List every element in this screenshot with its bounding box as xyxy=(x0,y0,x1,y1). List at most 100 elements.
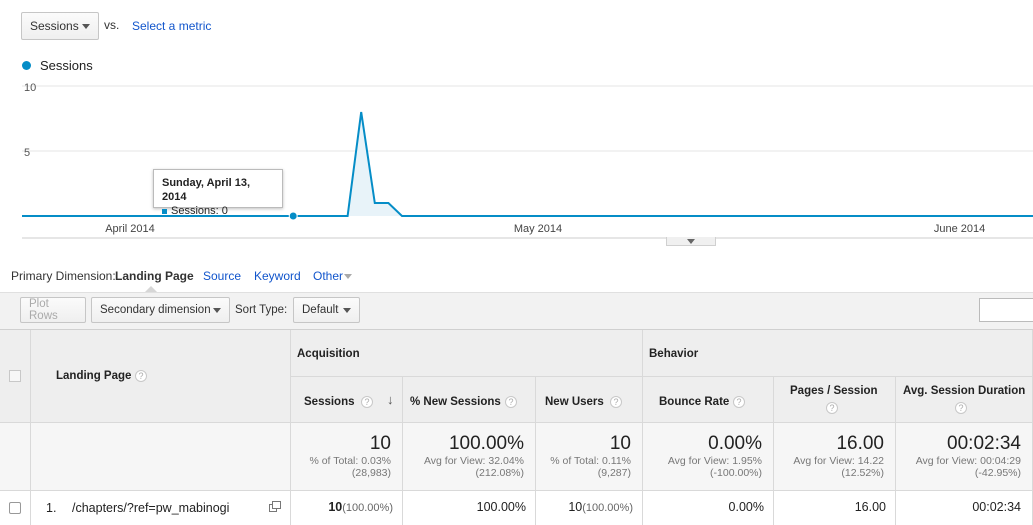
secondary-dimension-dropdown[interactable]: Secondary dimension xyxy=(91,297,230,323)
row-sessions-pct: (100.00%) xyxy=(342,502,393,514)
landing-page-cell: 1. /chapters/?ref=pw_mabinogi xyxy=(31,491,291,525)
totals-new-sessions-diff: (212.08%) xyxy=(475,467,524,479)
tooltip-value-row: Sessions: 0 xyxy=(162,204,274,218)
sessions-header-label: Sessions xyxy=(304,396,355,408)
help-icon[interactable]: ? xyxy=(505,396,517,408)
chevron-down-icon xyxy=(687,239,695,244)
help-icon[interactable]: ? xyxy=(733,396,745,408)
landing-page-header-label: Landing Page xyxy=(56,370,132,382)
totals-bounce-rate-diff: (-100.00%) xyxy=(710,467,762,479)
dimension-landing-page[interactable]: Landing Page xyxy=(115,269,194,283)
bounce-rate-header-label: Bounce Rate xyxy=(659,396,730,408)
row-index: 1. xyxy=(46,501,57,515)
totals-pages-session-avg: Avg for View: 14.22 xyxy=(793,455,884,467)
totals-checkbox-cell xyxy=(0,423,31,491)
row-checkbox[interactable] xyxy=(9,502,21,514)
row-new-sessions-cell: 100.00% xyxy=(403,491,536,525)
row-bounce-rate-value: 0.00% xyxy=(728,500,764,514)
external-link-svg xyxy=(269,501,281,512)
totals-new-sessions-avg: Avg for View: 32.04% xyxy=(423,455,524,467)
chart-collapse-handle[interactable] xyxy=(666,237,716,246)
new-sessions-header-label: % New Sessions xyxy=(410,396,501,408)
y-tick-label: 5 xyxy=(24,147,30,159)
row-avg-duration-value: 00:02:34 xyxy=(972,500,1021,514)
totals-avg-duration: 00:02:34 Avg for View: 00:04:29 (-42.95%… xyxy=(896,423,1033,491)
data-table: Landing Page ? Acquisition Behavior Sess… xyxy=(0,329,1033,525)
totals-avg-duration-avg: Avg for View: 00:04:29 xyxy=(915,455,1021,467)
help-icon[interactable]: ? xyxy=(826,402,838,414)
dimension-other[interactable]: Other xyxy=(313,269,343,283)
x-tick-label: May 2014 xyxy=(514,223,562,235)
new-users-header[interactable]: New Users ? xyxy=(536,377,643,423)
external-link-icon[interactable] xyxy=(269,501,281,512)
row-new-users-value: 10 xyxy=(568,500,583,514)
row-new-users-cell: 10(100.00%) xyxy=(536,491,643,525)
landing-page-header[interactable]: Landing Page ? xyxy=(31,330,291,423)
totals-pages-session: 16.00 Avg for View: 14.22 (12.52%) xyxy=(774,423,896,491)
totals-bounce-rate-value: 0.00% xyxy=(708,433,762,454)
bounce-rate-header[interactable]: Bounce Rate ? xyxy=(643,377,774,423)
totals-new-users-base: (9,287) xyxy=(597,467,631,479)
help-icon[interactable]: ? xyxy=(955,402,967,414)
tooltip-date: Sunday, April 13, 2014 xyxy=(162,177,251,203)
row-sessions-value: 10 xyxy=(328,500,343,514)
pages-session-header-label: Pages / Session xyxy=(790,385,878,397)
sort-type-label: Sort Type: xyxy=(235,304,288,316)
sort-type-dropdown[interactable]: Default xyxy=(293,297,360,323)
totals-avg-duration-value: 00:02:34 xyxy=(947,433,1021,454)
row-sessions-cell: 10(100.00%) xyxy=(291,491,403,525)
plot-rows-label: Plot Rows xyxy=(29,298,58,322)
totals-bounce-rate-avg: Avg for View: 1.95% xyxy=(667,455,762,467)
totals-new-users-pct: % of Total: 0.11% xyxy=(550,455,631,467)
avg-duration-header[interactable]: Avg. Session Duration ? xyxy=(896,377,1033,423)
totals-new-sessions: 100.00% Avg for View: 32.04% (212.08%) xyxy=(403,423,536,491)
behavior-group-label: Behavior xyxy=(649,348,699,360)
sessions-header[interactable]: Sessions ? ↓ xyxy=(291,377,403,423)
x-tick-label: April 2014 xyxy=(105,223,155,235)
tooltip-series-marker xyxy=(162,208,167,214)
new-sessions-header[interactable]: % New Sessions ? xyxy=(403,377,536,423)
dimension-keyword[interactable]: Keyword xyxy=(254,269,301,283)
avg-duration-header-label: Avg. Session Duration xyxy=(903,385,1026,397)
totals-pages-session-diff: (12.52%) xyxy=(841,467,884,479)
help-icon[interactable]: ? xyxy=(361,396,373,408)
landing-page-link[interactable]: /chapters/?ref=pw_mabinogi xyxy=(72,501,229,515)
row-bounce-rate-cell: 0.00% xyxy=(643,491,774,525)
totals-sessions-pct: % of Total: 0.03% xyxy=(309,455,391,467)
chevron-down-icon xyxy=(213,307,221,313)
y-tick-label: 10 xyxy=(24,82,36,94)
row-pages-session-cell: 16.00 xyxy=(774,491,896,525)
primary-dimension-label: Primary Dimension: xyxy=(11,269,116,283)
acquisition-group-header: Acquisition xyxy=(291,330,643,377)
select-all-cell xyxy=(0,330,31,423)
new-users-header-label: New Users xyxy=(545,396,604,408)
chevron-down-icon xyxy=(343,307,351,313)
secondary-dimension-label: Secondary dimension xyxy=(100,304,211,316)
totals-sessions-base: (28,983) xyxy=(351,467,391,479)
tooltip-value: Sessions: 0 xyxy=(171,205,228,217)
totals-pages-session-value: 16.00 xyxy=(836,433,884,454)
row-pages-session-value: 16.00 xyxy=(854,500,886,514)
pages-session-header[interactable]: Pages / Session ? xyxy=(774,377,896,423)
x-tick-label: June 2014 xyxy=(934,223,985,235)
totals-label-cell xyxy=(31,423,291,491)
totals-new-sessions-value: 100.00% xyxy=(448,433,524,454)
help-icon[interactable]: ? xyxy=(610,396,622,408)
highlighted-data-point[interactable] xyxy=(288,211,298,221)
totals-sessions-value: 10 xyxy=(369,433,391,454)
primary-dimension-bar: Primary Dimension: Landing Page Source K… xyxy=(11,269,1033,285)
dimension-source[interactable]: Source xyxy=(203,269,241,283)
help-icon[interactable]: ? xyxy=(135,370,147,382)
table-row xyxy=(0,491,31,525)
row-avg-duration-cell: 00:02:34 xyxy=(896,491,1033,525)
chart-tooltip: Sunday, April 13, 2014 Sessions: 0 xyxy=(153,169,283,217)
chevron-down-icon xyxy=(344,274,352,279)
totals-new-users: 10 % of Total: 0.11% (9,287) xyxy=(536,423,643,491)
plot-rows-button[interactable]: Plot Rows xyxy=(20,297,86,323)
table-search-input[interactable] xyxy=(979,298,1033,322)
sort-descending-icon[interactable]: ↓ xyxy=(387,392,394,407)
acquisition-group-label: Acquisition xyxy=(297,348,360,360)
select-all-checkbox[interactable] xyxy=(9,370,21,382)
totals-new-users-value: 10 xyxy=(609,433,631,454)
behavior-group-header: Behavior xyxy=(643,330,1033,377)
